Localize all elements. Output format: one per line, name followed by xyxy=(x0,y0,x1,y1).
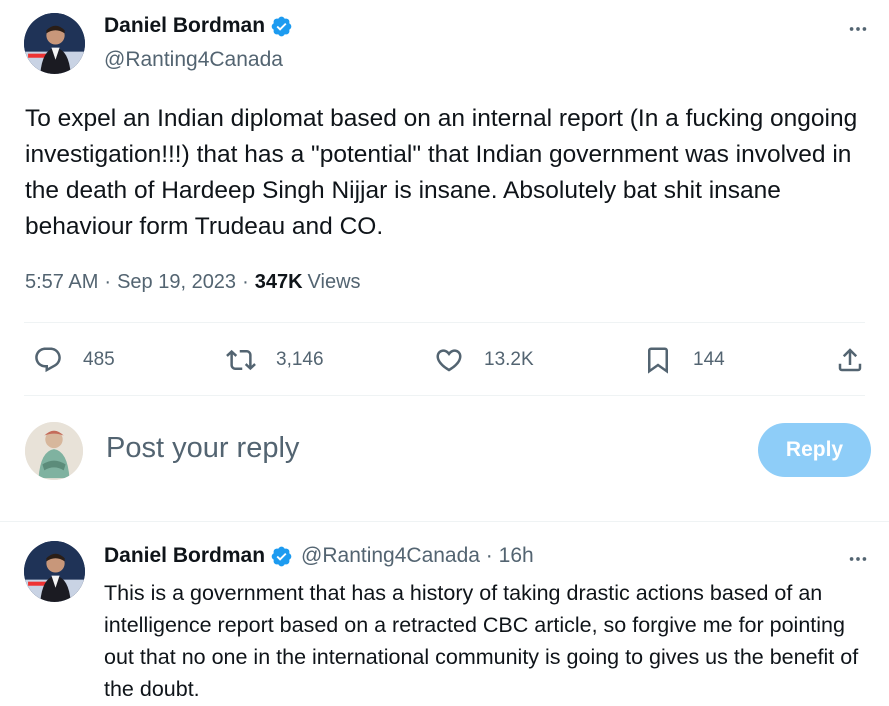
share-action[interactable] xyxy=(835,336,865,384)
action-bar: 485 3,146 13.2K 144 xyxy=(0,336,889,384)
author-name[interactable]: Daniel Bordman xyxy=(104,14,265,38)
author-handle[interactable]: @Ranting4Canada xyxy=(104,48,283,72)
verified-badge-icon xyxy=(271,16,292,36)
reply-header: Daniel Bordman @Ranting4Canada · 16h xyxy=(104,544,534,568)
views-count: 347K xyxy=(254,271,303,293)
reply-icon xyxy=(35,347,61,373)
tweet-time[interactable]: 5:57 AM xyxy=(25,271,98,294)
more-icon[interactable] xyxy=(847,548,869,570)
reply-author-avatar[interactable] xyxy=(24,541,85,602)
retweet-count: 3,146 xyxy=(276,349,324,370)
reply-tweet: Daniel Bordman @Ranting4Canada · 16h Thi… xyxy=(0,522,889,706)
views-label: Views xyxy=(307,271,361,293)
reply-input[interactable]: Post your reply xyxy=(106,432,299,465)
author-name-row: Daniel Bordman xyxy=(104,14,293,38)
tweet-text: To expel an Indian diplomat based on an … xyxy=(25,105,858,240)
share-icon xyxy=(838,348,862,372)
author-avatar[interactable] xyxy=(24,13,85,74)
meta-separator: · xyxy=(104,271,112,293)
bookmark-action[interactable]: 144 xyxy=(643,336,725,384)
user-avatar[interactable] xyxy=(25,422,83,480)
reply-action[interactable]: 485 xyxy=(33,336,115,384)
bookmark-icon xyxy=(648,347,668,374)
retweet-action[interactable]: 3,146 xyxy=(226,336,324,384)
verified-badge-icon xyxy=(271,546,292,566)
tweet-date[interactable]: Sep 19, 2023 xyxy=(117,271,236,294)
like-icon xyxy=(436,349,462,372)
like-count: 13.2K xyxy=(484,349,534,370)
meta-separator: · xyxy=(242,271,249,293)
divider xyxy=(24,395,865,396)
like-action[interactable]: 13.2K xyxy=(434,336,534,384)
divider xyxy=(24,322,865,323)
tweet-meta: 5:57 AM · Sep 19, 2023 · 347K Views xyxy=(25,271,361,294)
reply-composer: Post your reply Reply xyxy=(0,410,889,500)
more-icon[interactable] xyxy=(847,18,869,40)
reply-handle-time[interactable]: @Ranting4Canada · 16h xyxy=(301,544,534,568)
bookmark-count: 144 xyxy=(693,349,725,370)
reply-text: This is a government that has a history … xyxy=(104,581,859,701)
reply-button[interactable]: Reply xyxy=(758,423,871,477)
reply-author-name[interactable]: Daniel Bordman xyxy=(104,544,265,568)
reply-count: 485 xyxy=(83,349,115,370)
retweet-icon xyxy=(226,349,256,371)
